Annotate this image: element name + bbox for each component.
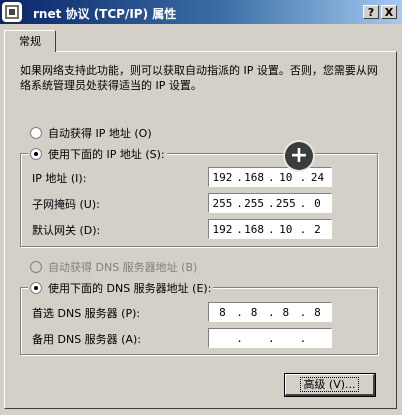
pdns-octet-2: 8 xyxy=(250,305,258,319)
advanced-button[interactable]: 高级 (V)... xyxy=(284,373,376,397)
dns-auto-option: 自动获得 DNS 服务器地址 (B) xyxy=(30,259,197,275)
ip-address-label: IP 地址 (I): xyxy=(32,172,87,185)
dns-auto-label: 自动获得 DNS 服务器地址 (B) xyxy=(48,261,198,274)
ip-manual-label: 使用下面的 IP 地址 (S): xyxy=(48,148,165,161)
ip-auto-radio[interactable] xyxy=(30,127,42,139)
mask-octet-4: 0 xyxy=(314,196,321,210)
ip-octet-2: 168 xyxy=(244,170,265,184)
subnet-mask-input[interactable]: 255. 255. 255. 0 xyxy=(208,193,332,213)
ip-manual-radio[interactable] xyxy=(30,148,42,160)
dns-manual-option[interactable]: 使用下面的 DNS 服务器地址 (E): xyxy=(28,280,214,296)
mask-octet-1: 255 xyxy=(212,196,233,210)
ip-octet-4: 24 xyxy=(310,170,325,184)
pdns-octet-3: 8 xyxy=(282,305,290,319)
gw-octet-1: 192 xyxy=(212,222,233,236)
ip-auto-label: 自动获得 IP 地址 (O) xyxy=(48,127,152,140)
pdns-octet-1: 8 xyxy=(219,305,226,319)
alternate-dns-label: 备用 DNS 服务器 (A): xyxy=(32,333,141,346)
description-text: 如果网络支持此功能，则可以获取自动指派的 IP 设置。否则，您需要从网络系统管理… xyxy=(20,64,378,92)
gw-octet-2: 168 xyxy=(244,222,265,236)
default-gateway-input[interactable]: 192. 168. 10. 2 xyxy=(208,219,332,239)
close-button[interactable]: X xyxy=(381,5,397,19)
dns-manual-label: 使用下面的 DNS 服务器地址 (E): xyxy=(48,282,212,295)
ip-auto-option[interactable]: 自动获得 IP 地址 (O) xyxy=(30,125,152,141)
subnet-mask-label: 子网掩码 (U): xyxy=(32,198,100,211)
mask-octet-2: 255 xyxy=(244,196,265,210)
ip-octet-1: 192 xyxy=(212,170,233,184)
tab-general[interactable]: 常规 xyxy=(4,30,56,52)
default-gateway-label: 默认网关 (D): xyxy=(32,224,101,237)
preferred-dns-input[interactable]: 8. 8. 8. 8 xyxy=(208,302,332,322)
alternate-dns-input[interactable]: . . . xyxy=(208,328,332,348)
ip-address-input[interactable]: 192. 168. 10. 24 xyxy=(208,167,332,187)
dns-manual-radio[interactable] xyxy=(30,282,42,294)
gw-octet-4: 2 xyxy=(314,222,321,236)
preferred-dns-label: 首选 DNS 服务器 (P): xyxy=(32,307,141,320)
mask-octet-3: 255 xyxy=(275,196,296,210)
dns-auto-radio xyxy=(30,261,42,273)
gw-octet-3: 10 xyxy=(279,222,293,236)
ip-manual-option[interactable]: 使用下面的 IP 地址 (S): xyxy=(28,146,167,162)
plus-icon: + xyxy=(285,142,313,170)
pdns-octet-4: 8 xyxy=(314,305,321,319)
help-button[interactable]: ? xyxy=(363,5,379,19)
advanced-button-label: 高级 (V)... xyxy=(300,377,359,392)
network-app-icon xyxy=(2,2,22,22)
window-title: rnet 协议 (TCP/IP) 属性 xyxy=(33,7,177,21)
title-bar: rnet 协议 (TCP/IP) 属性 ? X xyxy=(0,0,402,24)
ip-octet-3: 10 xyxy=(279,170,293,184)
